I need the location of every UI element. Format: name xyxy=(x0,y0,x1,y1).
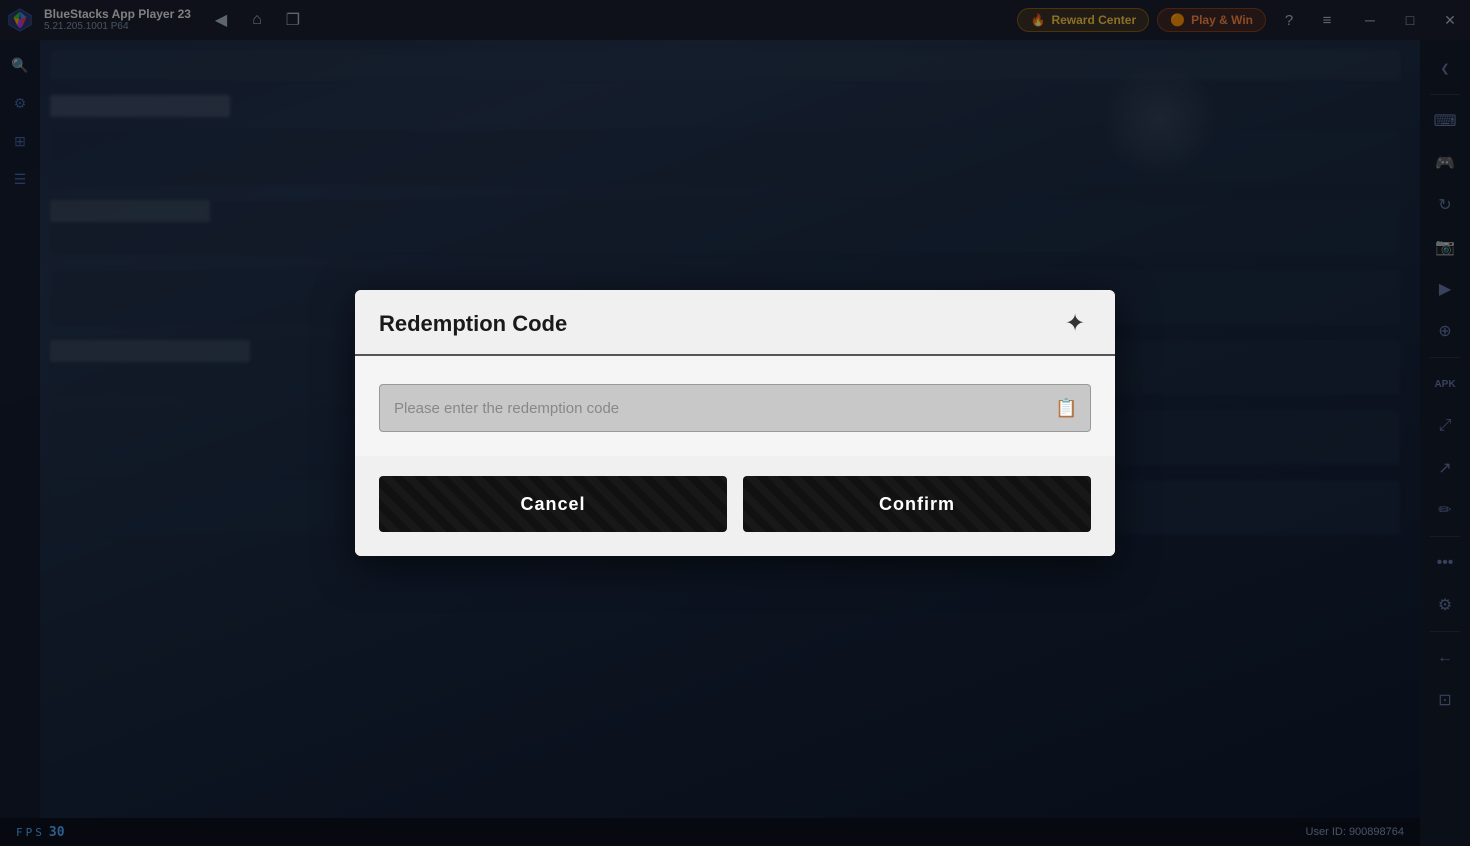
redemption-dialog: Redemption Code ✦ 📋 Cancel Confirm xyxy=(355,290,1115,556)
dialog-close-button[interactable]: ✦ xyxy=(1059,308,1091,340)
dialog-title: Redemption Code xyxy=(379,311,567,337)
paste-button[interactable]: 📋 xyxy=(1043,384,1091,432)
dialog-header: Redemption Code ✦ xyxy=(355,290,1115,356)
confirm-button[interactable]: Confirm xyxy=(743,476,1091,532)
confirm-label: Confirm xyxy=(879,494,955,514)
redemption-code-input[interactable] xyxy=(379,384,1043,432)
input-row: 📋 xyxy=(379,384,1091,432)
cancel-button[interactable]: Cancel xyxy=(379,476,727,532)
modal-overlay: Redemption Code ✦ 📋 Cancel Confirm xyxy=(0,0,1470,846)
paste-icon: 📋 xyxy=(1055,398,1077,419)
close-star-icon: ✦ xyxy=(1065,312,1085,336)
dialog-body: 📋 xyxy=(355,356,1115,456)
dialog-footer: Cancel Confirm xyxy=(355,456,1115,556)
cancel-label: Cancel xyxy=(520,494,585,514)
